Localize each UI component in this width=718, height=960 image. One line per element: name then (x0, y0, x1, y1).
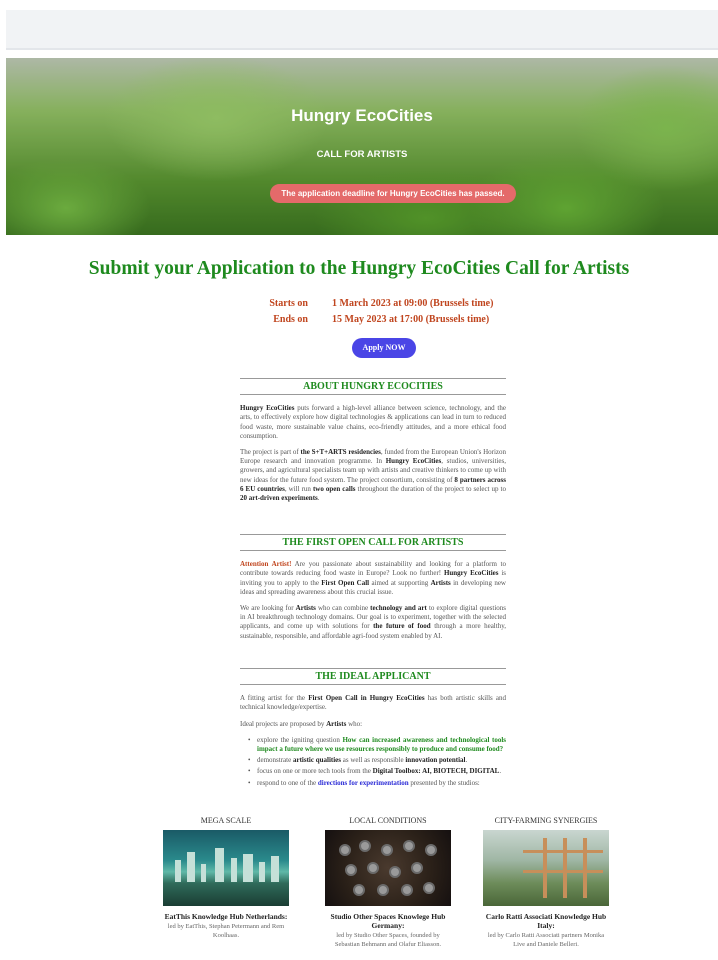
fc-p2-a: We are looking for (240, 604, 296, 613)
hero-title: Hungry EcoCities (291, 106, 433, 125)
first-call-paragraph-2: We are looking for Artists who can combi… (240, 604, 506, 641)
card-category: MEGA SCALE (200, 816, 252, 825)
browser-top-bar (6, 10, 718, 50)
li2-a: demonstrate (257, 756, 293, 765)
li3-c: . (499, 767, 502, 776)
card-title: Carlo Ratti Associati Knowledge Hub Ital… (485, 912, 607, 930)
about-paragraph-1: Hungry EcoCities puts forward a high-lev… (240, 404, 506, 441)
list-item: respond to one of the directions for exp… (248, 779, 506, 788)
li3-a: focus on one or more tech tools from the (257, 767, 373, 776)
call-dates: Starts on 1 March 2023 at 09:00 (Brussel… (260, 295, 550, 327)
first-call-heading: THE FIRST OPEN CALL FOR ARTISTS (240, 534, 506, 552)
li1-a: explore the igniting question (257, 735, 343, 744)
city-skyline-image (163, 830, 289, 906)
card-subtitle: led by EatThis, Stephan Petermann and Re… (167, 923, 285, 939)
apply-now-button[interactable]: Apply NOW (352, 338, 416, 358)
start-date-row: Starts on 1 March 2023 at 09:00 (Brussel… (260, 295, 550, 311)
studio-cards: MEGA SCALE EatThis Knowledge Hub Netherl… (162, 816, 612, 960)
card-category: LOCAL CONDITIONS (349, 816, 427, 825)
about-p2-f: throughout the duration of the project t… (355, 484, 506, 493)
about-p2-g: . (317, 494, 320, 503)
ideal-p1-a: A fitting artist for the (240, 694, 309, 703)
list-item: focus on one or more tech tools from the… (248, 767, 506, 776)
ideal-p2-b: Artists (326, 719, 347, 728)
fc-p1-b1: Hungry EcoCities (443, 569, 499, 578)
about-section: ABOUT HUNGRY ECOCITIES Hungry EcoCities … (240, 378, 506, 510)
vertical-farm-image (483, 830, 609, 906)
card-title: EatThis Knowledge Hub Netherlands: (164, 912, 288, 921)
card-city-farming[interactable]: CITY-FARMING SYNERGIES Carlo Ratti Assoc… (482, 816, 610, 949)
about-p2-b2: Hungry EcoCities (385, 457, 442, 466)
about-p2-b5: 20 art-driven experiments (240, 494, 318, 503)
attention-artist-label: Attention Artist! (240, 560, 292, 569)
first-call-paragraph-1: Attention Artist! Are you passionate abo… (240, 560, 506, 597)
about-heading: ABOUT HUNGRY ECOCITIES (240, 378, 506, 396)
start-date-label: Starts on (269, 297, 308, 309)
ideal-applicant-heading: THE IDEAL APPLICANT (240, 668, 506, 686)
first-call-section: THE FIRST OPEN CALL FOR ARTISTS Attentio… (240, 534, 506, 648)
li3-b: Digital Toolbox: AI, BIOTECH, DIGITAL (372, 767, 500, 776)
page-title: Submit your Application to the Hungry Ec… (88, 258, 630, 279)
card-subtitle: led by Studio Other Spaces, founded by S… (334, 932, 442, 948)
list-item: explore the igniting question How can in… (248, 736, 506, 754)
about-p1-bold: Hungry EcoCities (240, 404, 295, 413)
card-title: Studio Other Spaces Knowlege Hub Germany… (330, 912, 446, 930)
fc-p1-b2: First Open Call (321, 578, 370, 587)
ideal-applicant-section: THE IDEAL APPLICANT A fitting artist for… (240, 668, 506, 790)
li4-c: presented by the studios: (408, 778, 480, 787)
food-bowls-image (325, 830, 451, 906)
about-p2-b4: two open calls (312, 484, 356, 493)
end-date-row: Ends on 15 May 2023 at 17:00 (Brussels t… (260, 311, 550, 327)
li2-c: as well as responsible (341, 756, 406, 765)
hero-subtitle: CALL FOR ARTISTS (316, 149, 408, 160)
end-date-label: Ends on (273, 313, 308, 325)
li2-b2: innovation potential (405, 756, 466, 765)
fc-p1-b3: Artists (430, 578, 451, 587)
card-mega-scale[interactable]: MEGA SCALE EatThis Knowledge Hub Netherl… (162, 816, 290, 940)
ideal-paragraph-1: A fitting artist for the First Open Call… (240, 694, 506, 712)
ideal-p2-a: Ideal projects are proposed by (240, 719, 327, 728)
ideal-p1-b: First Open Call in Hungry EcoCities (308, 694, 425, 703)
li2-b1: artistic qualities (292, 756, 341, 765)
fc-p2-b3: the future of food (373, 622, 431, 631)
fc-p2-c: who can combine (315, 604, 371, 613)
deadline-alert-badge: The application deadline for Hungry EcoC… (270, 184, 516, 203)
fc-p1-d: aimed at supporting (369, 578, 431, 587)
hero-banner: Hungry EcoCities CALL FOR ARTISTS The ap… (6, 58, 718, 235)
start-date-value: 1 March 2023 at 09:00 (Brussels time) (332, 297, 494, 309)
card-category: CITY-FARMING SYNERGIES (494, 816, 598, 825)
ideal-paragraph-2: Ideal projects are proposed by Artists w… (240, 720, 506, 729)
li2-d: . (465, 756, 468, 765)
card-subtitle: led by Carlo Ratti Associati partners Mo… (487, 932, 605, 948)
fc-p2-b2: technology and art (370, 604, 427, 613)
about-p2-e: , will run (284, 484, 313, 493)
ideal-p2-c: who: (346, 719, 363, 728)
list-item: demonstrate artistic qualities as well a… (248, 756, 506, 765)
about-p2-b1: the S+T+ARTS residencies (300, 448, 381, 457)
end-date-value: 15 May 2023 at 17:00 (Brussels time) (332, 313, 490, 325)
directions-link[interactable]: directions for experimentation (318, 779, 409, 787)
ideal-criteria-list: explore the igniting question How can in… (240, 736, 506, 788)
card-local-conditions[interactable]: LOCAL CONDITIONS Studio Other Spaces Kno… (324, 816, 452, 949)
fc-p2-b1: Artists (295, 604, 316, 613)
about-p2-a: The project is part of (240, 448, 301, 457)
about-paragraph-2: The project is part of the S+T+ARTS resi… (240, 448, 506, 503)
li4-a: respond to one of the (257, 778, 318, 787)
